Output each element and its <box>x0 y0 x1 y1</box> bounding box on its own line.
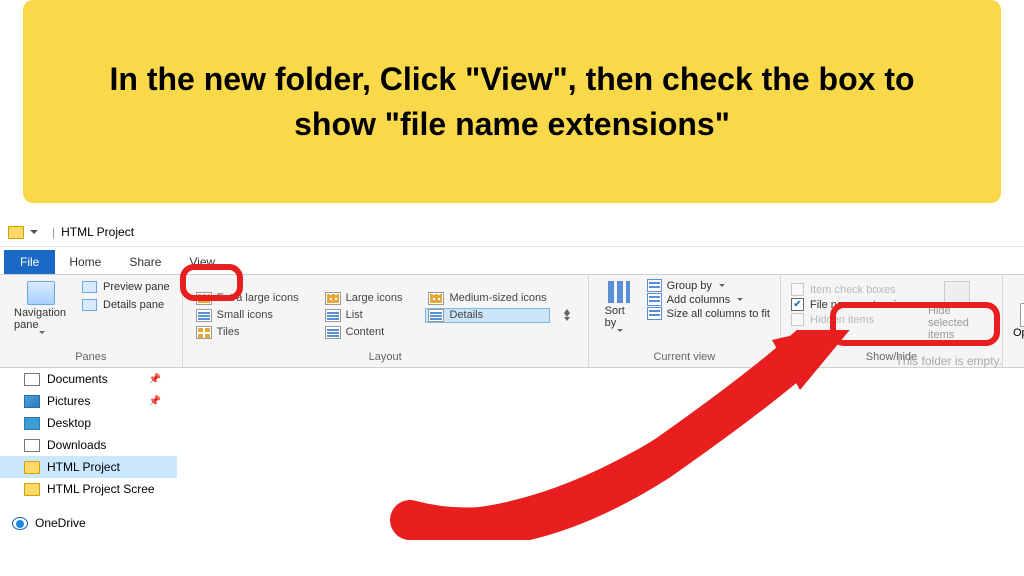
instruction-text: In the new folder, Click "View", then ch… <box>73 57 951 147</box>
group-by-icon <box>647 279 662 292</box>
folder-icon <box>8 226 24 239</box>
sidebar-item-html-project[interactable]: HTML Project <box>0 456 177 478</box>
checkbox-checked-icon: ✔ <box>791 298 804 311</box>
window-title: HTML Project <box>61 225 134 239</box>
current-view-group-label: Current view <box>599 351 770 365</box>
checkbox-icon <box>791 313 804 326</box>
empty-folder-message: This folder is empty. <box>896 354 1002 368</box>
layout-expand-icon[interactable] <box>564 317 570 321</box>
explorer-body: Documents📌 Pictures📌 Desktop Downloads H… <box>0 368 1024 558</box>
tab-share[interactable]: Share <box>115 250 175 274</box>
layout-medium-icons[interactable]: Medium-sized icons <box>425 291 549 306</box>
list-icon <box>325 309 341 322</box>
hide-selected-label: Hide selected items <box>928 305 986 341</box>
ribbon-tabs: File Home Share View <box>0 247 1024 275</box>
hidden-items-checkbox[interactable]: Hidden items <box>791 313 914 326</box>
sidebar-item-documents[interactable]: Documents📌 <box>0 368 177 390</box>
quick-access-dropdown-icon[interactable] <box>30 230 38 234</box>
sort-by-label: Sort by <box>605 305 633 329</box>
sidebar-item-downloads[interactable]: Downloads <box>0 434 177 456</box>
hide-items-icon <box>944 281 970 303</box>
options-label: Options <box>1013 327 1024 339</box>
group-panes: Navigation pane Preview pane Details pan… <box>0 275 183 367</box>
downloads-icon <box>24 439 40 452</box>
sort-icon <box>608 281 630 303</box>
extra-large-icons-icon <box>196 292 212 305</box>
sidebar-item-onedrive[interactable]: OneDrive <box>0 512 177 534</box>
options-icon <box>1020 303 1024 327</box>
medium-icons-icon <box>428 292 444 305</box>
sidebar-item-desktop[interactable]: Desktop <box>0 412 177 434</box>
add-columns-button[interactable]: Add columns <box>647 293 770 306</box>
details-pane-icon <box>82 299 97 311</box>
small-icons-icon <box>196 309 212 322</box>
window-titlebar: | HTML Project <box>0 218 1024 247</box>
group-layout: Extra large icons Large icons Medium-siz… <box>183 275 589 367</box>
ribbon-view: Navigation pane Preview pane Details pan… <box>0 275 1024 368</box>
tab-home[interactable]: Home <box>55 250 115 274</box>
navigation-sidebar: Documents📌 Pictures📌 Desktop Downloads H… <box>0 368 177 558</box>
file-name-extensions-checkbox[interactable]: ✔File name extensions <box>791 298 914 311</box>
layout-large-icons[interactable]: Large icons <box>322 291 406 306</box>
pictures-icon <box>24 395 40 408</box>
layout-tiles[interactable]: Tiles <box>193 325 302 340</box>
title-separator: | <box>52 225 55 239</box>
pin-icon: 📌 <box>149 374 161 385</box>
group-by-button[interactable]: Group by <box>647 279 770 292</box>
file-explorer-window: | HTML Project File Home Share View Navi… <box>0 218 1024 558</box>
folder-icon <box>24 461 40 474</box>
layout-details[interactable]: Details <box>425 308 549 323</box>
preview-pane-button[interactable]: Preview pane <box>80 279 172 295</box>
layout-content[interactable]: Content <box>322 325 406 340</box>
tab-file[interactable]: File <box>4 250 55 274</box>
options-button[interactable]: Options <box>1003 275 1024 367</box>
layout-group-label: Layout <box>193 351 578 365</box>
details-pane-label: Details pane <box>103 299 164 311</box>
pin-icon: 📌 <box>149 396 161 407</box>
sort-by-button[interactable]: Sort by <box>599 279 639 351</box>
layout-small-icons[interactable]: Small icons <box>193 308 302 323</box>
tiles-icon <box>196 326 212 339</box>
onedrive-icon <box>12 517 28 530</box>
item-check-boxes-checkbox[interactable]: Item check boxes <box>791 283 914 296</box>
chevron-down-icon <box>719 284 725 287</box>
navigation-pane-label: Navigation pane <box>14 307 68 331</box>
chevron-down-icon <box>39 331 45 334</box>
preview-pane-label: Preview pane <box>103 281 170 293</box>
layout-list[interactable]: List <box>322 308 406 323</box>
layout-extra-large-icons[interactable]: Extra large icons <box>193 291 302 306</box>
chevron-down-icon <box>737 298 743 301</box>
add-columns-icon <box>647 293 662 306</box>
checkbox-icon <box>791 283 804 296</box>
content-icon <box>325 326 341 339</box>
tab-view[interactable]: View <box>175 250 229 274</box>
instruction-banner: In the new folder, Click "View", then ch… <box>23 0 1001 203</box>
panes-group-label: Panes <box>10 351 172 365</box>
folder-icon <box>24 483 40 496</box>
navigation-pane-button[interactable]: Navigation pane <box>10 279 72 351</box>
details-pane-button[interactable]: Details pane <box>80 297 172 313</box>
size-columns-icon <box>647 307 662 320</box>
large-icons-icon <box>325 292 341 305</box>
chevron-down-icon <box>617 329 623 332</box>
size-all-columns-button[interactable]: Size all columns to fit <box>647 307 770 320</box>
preview-pane-icon <box>82 281 97 293</box>
sidebar-item-pictures[interactable]: Pictures📌 <box>0 390 177 412</box>
content-pane: This folder is empty. <box>177 368 1024 558</box>
details-icon <box>428 309 444 322</box>
documents-icon <box>24 373 40 386</box>
group-current-view: Sort by Group by Add columns Size all co… <box>589 275 781 367</box>
sidebar-item-html-project-scree[interactable]: HTML Project Scree <box>0 478 177 500</box>
navigation-pane-icon <box>27 281 55 305</box>
desktop-icon <box>24 417 40 430</box>
hide-selected-items-button: Hide selected items <box>922 279 992 351</box>
